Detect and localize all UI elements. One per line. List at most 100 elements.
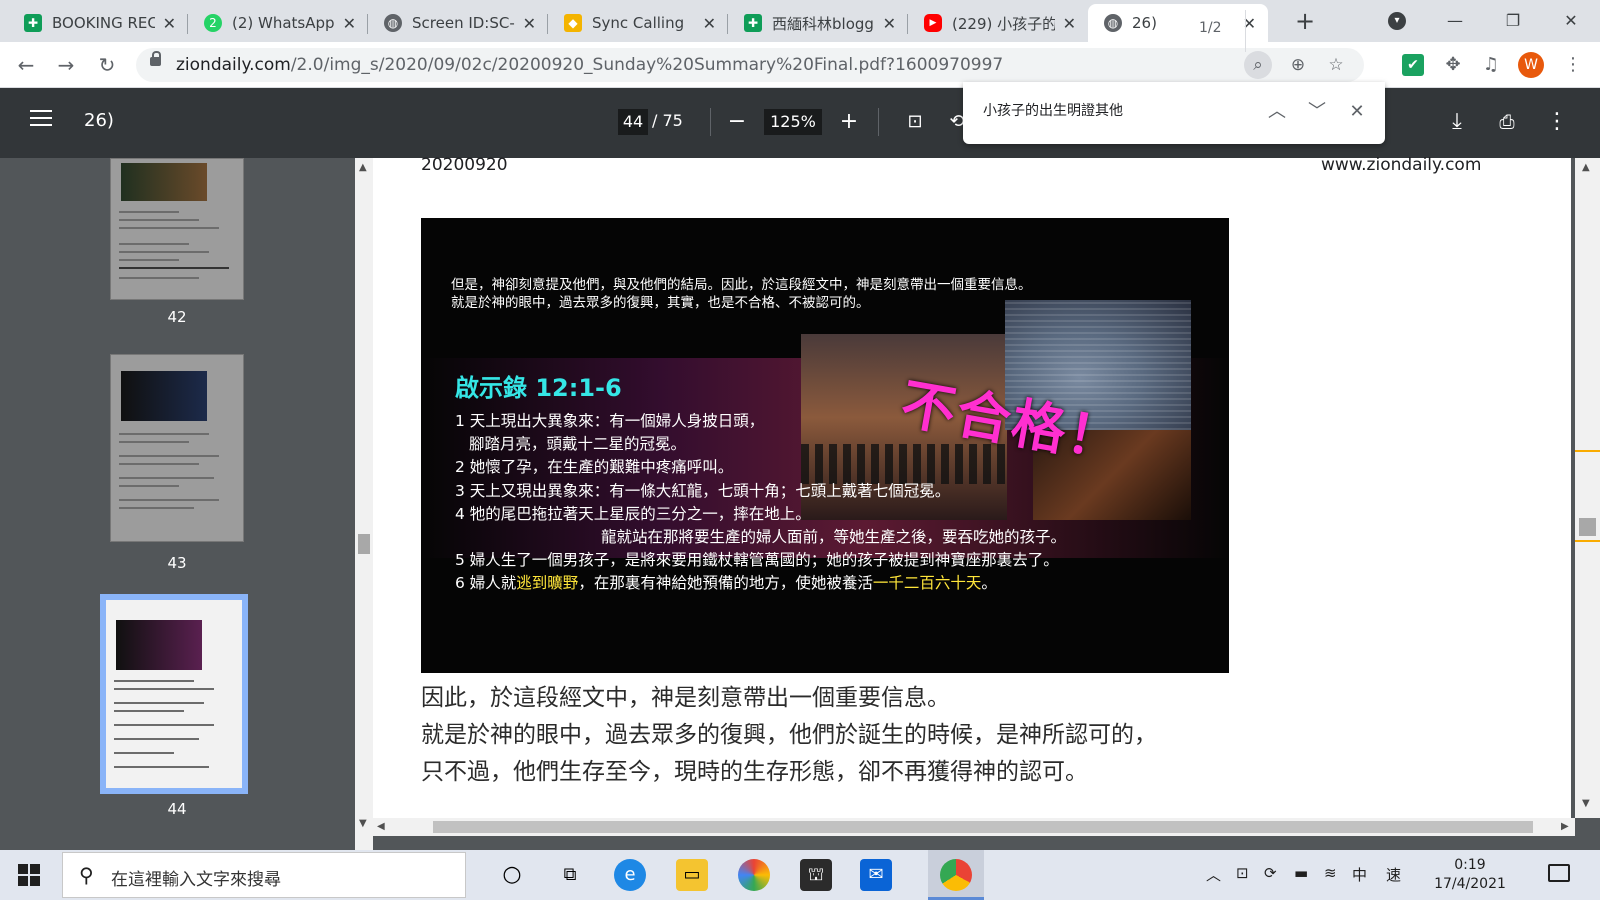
thumbnail-text-line bbox=[114, 688, 214, 690]
page-vertical-scrollbar[interactable]: ▲ ▼ bbox=[1575, 158, 1600, 818]
extension-check-icon[interactable]: ✔ bbox=[1402, 54, 1424, 76]
ime-speed-indicator[interactable]: 速 bbox=[1386, 864, 1401, 885]
scroll-down-arrow-icon[interactable]: ▼ bbox=[1582, 798, 1590, 809]
print-icon[interactable]: ⎙ bbox=[1492, 107, 1522, 137]
zoom-level-input[interactable]: 125% bbox=[764, 109, 822, 135]
task-view-icon[interactable]: ⧉ bbox=[554, 859, 586, 891]
find-previous-icon[interactable]: ︿ bbox=[1262, 96, 1292, 128]
zoom-out-icon[interactable]: − bbox=[722, 107, 752, 137]
body-line: 就是於神的眼中，過去眾多的復興，他們於誕生的時候，是神所認可的， bbox=[421, 722, 1157, 748]
find-input[interactable] bbox=[983, 102, 1183, 118]
battery-icon[interactable]: ▬ bbox=[1294, 864, 1308, 882]
find-match-marker bbox=[1575, 450, 1600, 452]
extensions-puzzle-icon[interactable]: ✥ bbox=[1440, 52, 1466, 78]
windows-start-icon[interactable] bbox=[18, 864, 40, 886]
close-icon[interactable]: ✕ bbox=[1063, 14, 1076, 33]
tab-booking[interactable]: ✚ BOOKING REC ✕ bbox=[8, 4, 188, 42]
close-icon[interactable]: ✕ bbox=[163, 14, 176, 33]
page-total: / 75 bbox=[652, 111, 683, 130]
scroll-up-arrow-icon[interactable]: ▲ bbox=[359, 162, 367, 173]
close-window-button[interactable]: ✕ bbox=[1548, 6, 1594, 36]
scroll-down-arrow-icon[interactable]: ▼ bbox=[359, 818, 367, 829]
back-arrow-icon[interactable]: ← bbox=[12, 51, 40, 79]
find-in-page-icon[interactable]: ⌕ bbox=[1244, 51, 1272, 79]
taskbar-search-box[interactable]: ⚲ 在這裡輸入文字來搜尋 bbox=[62, 852, 466, 898]
tab-blogg[interactable]: ✚ 西緬科林blogg ✕ bbox=[728, 4, 908, 42]
close-icon[interactable]: ✕ bbox=[703, 14, 716, 33]
tab-sync-calling[interactable]: ◆ Sync Calling ✕ bbox=[548, 4, 728, 42]
wifi-icon[interactable]: ≋ bbox=[1324, 864, 1337, 882]
verse-highlight: 一千二百六十天 bbox=[872, 574, 982, 593]
close-icon[interactable]: ✕ bbox=[883, 14, 896, 33]
tray-expand-icon[interactable]: ︿ bbox=[1206, 864, 1221, 885]
restore-button[interactable]: ❐ bbox=[1490, 6, 1536, 36]
thumbnail-text-line bbox=[119, 259, 179, 261]
reload-icon[interactable]: ↻ bbox=[93, 51, 121, 79]
store-icon[interactable]: ⛫ bbox=[800, 859, 832, 891]
zoom-in-icon[interactable]: + bbox=[834, 107, 864, 137]
chrome-alt-icon[interactable] bbox=[738, 859, 770, 891]
tab-title: (229) 小孩子的 bbox=[952, 14, 1055, 33]
file-explorer-icon[interactable]: ▭ bbox=[676, 859, 708, 891]
page-number-input[interactable]: 44 bbox=[618, 109, 648, 135]
tab-whatsapp[interactable]: 2 (2) WhatsApp ✕ bbox=[188, 4, 368, 42]
edge-browser-icon[interactable]: e bbox=[614, 859, 646, 891]
verse-highlight: 逃到曠野 bbox=[516, 574, 579, 593]
thumbnail-sidebar: 42 43 44 bbox=[0, 158, 355, 850]
notification-center-icon[interactable] bbox=[1548, 864, 1570, 882]
thumbnail-text-line bbox=[119, 219, 199, 221]
find-next-icon[interactable]: ﹀ bbox=[1302, 96, 1332, 128]
close-icon[interactable]: ✕ bbox=[343, 14, 356, 33]
ime-mode-indicator[interactable]: 中 bbox=[1352, 864, 1367, 885]
thumbnail-text-line bbox=[114, 724, 214, 726]
fit-page-icon[interactable]: ⊡ bbox=[900, 107, 930, 137]
cortana-icon[interactable]: ○ bbox=[496, 859, 528, 891]
thumbnail-text-line bbox=[119, 477, 214, 479]
lock-icon bbox=[150, 51, 161, 66]
sidebar-scrollbar[interactable]: ▲ ▼ bbox=[355, 158, 373, 850]
bookmark-star-icon[interactable]: ☆ bbox=[1322, 51, 1350, 79]
url-text[interactable]: ziondaily.com/2.0/img_s/2020/09/02c/2020… bbox=[176, 55, 1003, 75]
thumbnail-text-line bbox=[119, 267, 229, 269]
verse-line: 腳踏月亮，頭戴十二星的冠冕。 bbox=[469, 435, 687, 454]
chrome-icon[interactable] bbox=[940, 859, 972, 891]
media-control-icon[interactable]: ♫ bbox=[1478, 52, 1504, 78]
tab-pdf-active[interactable]: ◍ 26) ✕ bbox=[1088, 4, 1268, 42]
page-horizontal-scrollbar[interactable]: ◀ ▶ bbox=[373, 818, 1575, 836]
tab-title: (2) WhatsApp bbox=[232, 14, 335, 32]
tab-screen-id[interactable]: ◍ Screen ID:SC-5 ✕ bbox=[368, 4, 548, 42]
sidebar-scroll-thumb[interactable] bbox=[358, 534, 370, 554]
slide-intro-line: 但是，神卻刻意提及他們，與及他們的結局。因此，於這段經文中，神是刻意帶出一個重要… bbox=[451, 277, 1032, 293]
profile-avatar[interactable]: W bbox=[1518, 52, 1544, 78]
thumbnail-page-42[interactable] bbox=[110, 158, 244, 300]
minimize-button[interactable]: — bbox=[1432, 6, 1478, 36]
mail-icon[interactable]: ✉ bbox=[860, 859, 892, 891]
download-icon[interactable]: ⤓ bbox=[1442, 107, 1472, 137]
vertical-scroll-thumb[interactable] bbox=[1579, 518, 1596, 536]
tab-youtube[interactable]: ▶ (229) 小孩子的 ✕ bbox=[908, 4, 1088, 42]
scroll-left-arrow-icon[interactable]: ◀ bbox=[377, 821, 385, 832]
thumbnail-text-line bbox=[119, 243, 189, 245]
system-clock[interactable]: 0:19 17/4/2021 bbox=[1430, 856, 1510, 894]
new-tab-button[interactable]: + bbox=[1290, 6, 1320, 36]
horizontal-scroll-thumb[interactable] bbox=[433, 821, 1533, 833]
scroll-up-arrow-icon[interactable]: ▲ bbox=[1582, 162, 1590, 173]
verse-line: 3 天上又現出異象來：有一條大紅龍，七頭十角；七頭上戴著七個冠冕。 bbox=[455, 481, 951, 500]
pdf-more-icon[interactable]: ⋮ bbox=[1542, 107, 1572, 137]
find-close-icon[interactable]: ✕ bbox=[1342, 96, 1372, 128]
meet-now-icon[interactable]: ⊡ bbox=[1236, 864, 1249, 882]
hamburger-menu-icon[interactable] bbox=[30, 110, 52, 128]
more-menu-icon[interactable]: ⋮ bbox=[1560, 52, 1586, 78]
forward-arrow-icon[interactable]: → bbox=[52, 51, 80, 79]
scroll-right-arrow-icon[interactable]: ▶ bbox=[1561, 821, 1569, 832]
verse-line: 4 牠的尾巴拖拉著天上星辰的三分之一，摔在地上。 bbox=[455, 504, 811, 523]
thumbnail-text-line bbox=[119, 277, 199, 279]
sync-icon[interactable]: ⟳ bbox=[1264, 864, 1277, 882]
verse-line: 龍就站在那將要生產的婦人面前，等她生產之後，要吞吃她的孩子。 bbox=[601, 528, 1067, 547]
zoom-icon[interactable]: ⊕ bbox=[1284, 51, 1312, 79]
thumbnail-page-43[interactable] bbox=[110, 354, 244, 542]
close-icon[interactable]: ✕ bbox=[523, 14, 536, 33]
address-bar[interactable]: ziondaily.com/2.0/img_s/2020/09/02c/2020… bbox=[136, 48, 1364, 82]
tab-search-icon[interactable]: ▾ bbox=[1388, 12, 1406, 30]
thumbnail-page-44[interactable] bbox=[100, 594, 248, 794]
